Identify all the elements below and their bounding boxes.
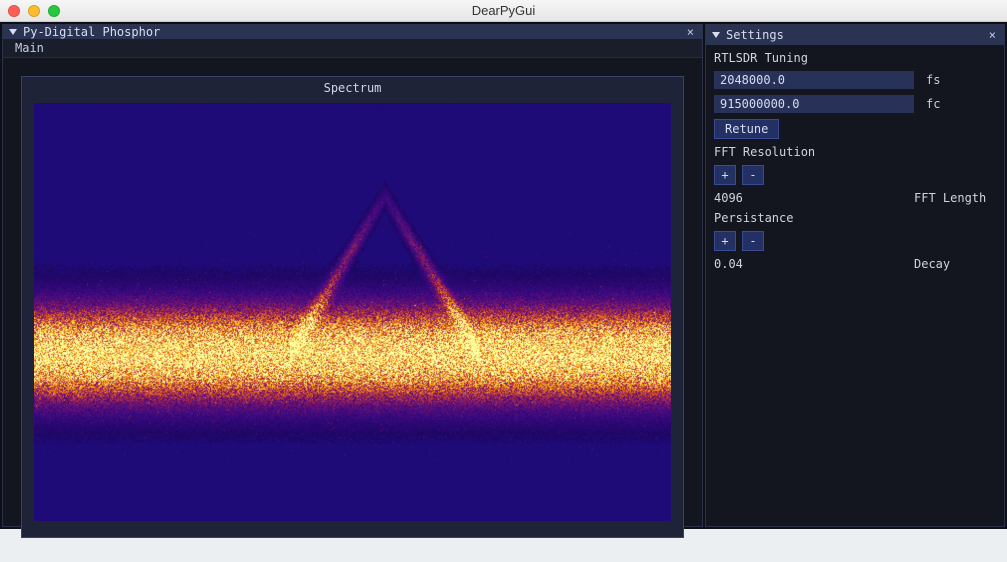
collapse-icon[interactable] [9, 29, 17, 35]
section-fft-label: FFT Resolution [714, 145, 996, 159]
decay-value: 0.04 [714, 257, 914, 271]
fft-length-value: 4096 [714, 191, 914, 205]
fc-input[interactable] [714, 95, 914, 113]
fft-length-label: FFT Length [914, 191, 986, 205]
collapse-icon[interactable] [712, 32, 720, 38]
fs-input[interactable] [714, 71, 914, 89]
plot-area[interactable] [34, 103, 671, 521]
close-icon[interactable]: × [987, 29, 998, 41]
close-icon[interactable]: × [685, 26, 696, 38]
menu-main[interactable]: Main [9, 39, 50, 57]
fft-minus-button[interactable]: - [742, 165, 764, 185]
main-window: Py-Digital Phosphor × Main Spectrum [2, 24, 703, 527]
settings-window-titlebar[interactable]: Settings × [706, 25, 1004, 45]
fs-label: fs [926, 73, 940, 87]
decay-label: Decay [914, 257, 950, 271]
section-persist-label: Persistance [714, 211, 996, 225]
fft-plus-button[interactable]: + [714, 165, 736, 185]
main-window-title: Py-Digital Phosphor [23, 25, 160, 39]
main-window-titlebar[interactable]: Py-Digital Phosphor × [3, 25, 702, 39]
settings-window: Settings × RTLSDR Tuning fs fc Retune FF… [705, 24, 1005, 527]
persist-minus-button[interactable]: - [742, 231, 764, 251]
mac-titlebar: DearPyGui [0, 0, 1007, 22]
fc-label: fc [926, 97, 940, 111]
app-title: DearPyGui [0, 3, 1007, 18]
menubar: Main [3, 39, 702, 58]
spectrum-plot: Spectrum [21, 76, 684, 538]
persist-plus-button[interactable]: + [714, 231, 736, 251]
section-tuning-label: RTLSDR Tuning [714, 51, 996, 65]
retune-button[interactable]: Retune [714, 119, 779, 139]
settings-window-title: Settings [726, 28, 784, 42]
plot-title: Spectrum [22, 77, 683, 99]
